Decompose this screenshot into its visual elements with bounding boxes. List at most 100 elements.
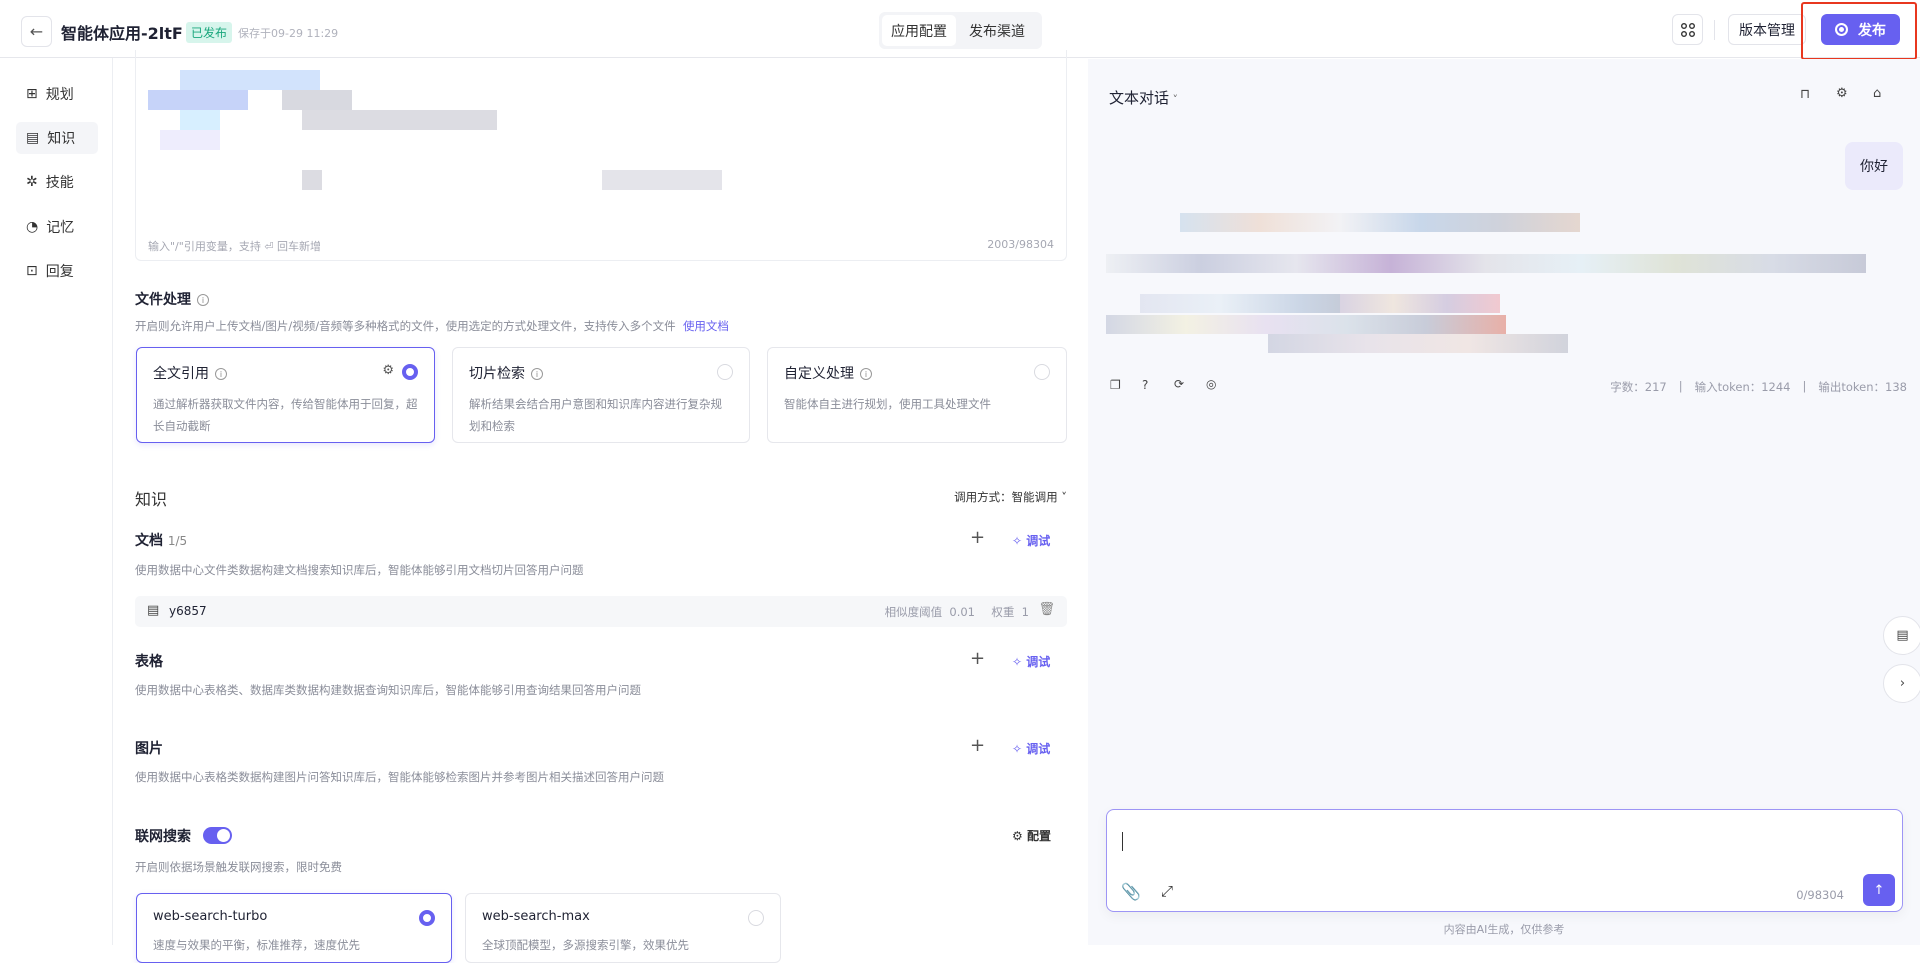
sidebar-item-label: 规划 [45, 87, 74, 103]
web-config-button[interactable]: ⚙ 配置 [1012, 827, 1051, 844]
blurred-content [180, 70, 320, 90]
sparkle-icon: ✧ [1012, 534, 1027, 548]
web-option-turbo[interactable]: web-search-turbo 速度与效果的平衡，标准推荐，速度优先 [136, 893, 452, 963]
status-badge: 已发布 [186, 22, 233, 43]
highlight-box [1801, 2, 1917, 60]
radio-unselected[interactable] [1034, 364, 1050, 380]
sidebar-item-skills[interactable]: ✲ 技能 [16, 166, 98, 198]
expand-button[interactable]: › [1883, 664, 1920, 703]
radio-selected[interactable] [419, 910, 435, 926]
debug-image-button[interactable]: ✧ 调试 [1012, 740, 1050, 757]
back-button[interactable]: ← [21, 16, 52, 47]
sidebar-item-memory[interactable]: ◔ 记忆 [16, 211, 98, 243]
info-icon[interactable]: i [531, 368, 543, 380]
info-icon[interactable]: i [860, 368, 872, 380]
info-icon[interactable]: i [215, 368, 227, 380]
sidebar-item-label: 回复 [45, 264, 74, 280]
bag-icon[interactable]: ⊓ [1800, 87, 1810, 102]
apps-button[interactable] [1672, 14, 1703, 45]
document-icon: ▤ [26, 130, 40, 146]
version-manage-button[interactable]: 版本管理 [1728, 14, 1806, 45]
chat-input[interactable]: 📎 ⤢ 0/98304 ↑ [1106, 809, 1903, 912]
chat-mode-select[interactable]: 文本对话 ˅ [1109, 87, 1178, 108]
tab-publish-channel[interactable]: 发布渠道 [960, 15, 1034, 46]
sidebar-item-plan[interactable]: ⊞ 规划 [16, 78, 98, 110]
tab-app-config[interactable]: 应用配置 [882, 15, 956, 46]
file-option-fulltext[interactable]: 全文引用 i ⚙ 通过解析器获取文件内容，传给智能体用于回复，超长自动截断 [136, 347, 435, 443]
blurred-content [148, 90, 248, 110]
option-title: 全文引用 i [153, 363, 227, 383]
sidebar-item-reply[interactable]: ⊡ 回复 [16, 255, 98, 287]
web-search-title: 联网搜索 [135, 829, 191, 845]
similarity-threshold[interactable]: 相似度阈值 0.01 [885, 604, 975, 620]
radio-unselected[interactable] [748, 910, 764, 926]
command-icon [1680, 22, 1695, 37]
help-icon[interactable]: ? [1142, 378, 1148, 392]
debug-doc-button[interactable]: ✧ 调试 [1012, 532, 1050, 549]
fullscreen-icon[interactable]: ⤢ [1161, 882, 1173, 900]
web-search-desc: 开启则依据场景触发联网搜索，限时免费 [135, 860, 342, 874]
send-button[interactable]: ↑ [1863, 874, 1895, 906]
doc-desc: 使用数据中心文件类数据构建文档搜索知识库后，智能体能够引用文档切片回答用户问题 [135, 563, 584, 577]
table-desc: 使用数据中心表格类、数据库类数据构建数据查询知识库后，智能体能够引用查询结果回答… [135, 683, 641, 697]
sparkle-icon: ✲ [26, 174, 38, 190]
doc-link[interactable]: 使用文档 [683, 319, 729, 333]
file-processing-title: 文件处理 i [135, 289, 209, 309]
weight[interactable]: 权重 1 [991, 604, 1029, 620]
option-desc: 解析结果会结合用户意图和知识库内容进行复杂规划和检索 [469, 397, 722, 433]
option-desc: 通过解析器获取文件内容，传给智能体用于回复，超长自动截断 [153, 397, 418, 433]
invoke-mode-select[interactable]: 调用方式：智能调用 ˅ [954, 489, 1067, 505]
doc-section-title: 文档 1/5 [135, 533, 188, 549]
add-image-button[interactable]: + [970, 735, 985, 756]
web-option-max[interactable]: web-search-max 全球顶配模型，多源搜索引擎，效果优先 [465, 893, 781, 963]
file-icon: ▤ [147, 603, 160, 618]
record-icon[interactable]: ◎ [1206, 377, 1216, 391]
trash-icon[interactable]: 🗑 [1038, 602, 1055, 617]
file-option-slice-search[interactable]: 切片检索 i 解析结果会结合用户意图和知识库内容进行复杂规划和检索 [452, 347, 750, 443]
sidebar-item-label: 知识 [47, 131, 76, 147]
sidebar-item-knowledge[interactable]: ▤ 知识 [16, 122, 98, 154]
settings-icon: ⚙ [1012, 829, 1027, 843]
doc-item[interactable]: ▤ y6857 相似度阈值 0.01 权重 1 🗑 [135, 596, 1067, 627]
image-desc: 使用数据中心表格类数据构建图片问答知识库后，智能体能够检索图片并参考图片相关描述… [135, 770, 664, 784]
document-panel-button[interactable]: ▤ [1883, 616, 1920, 655]
sparkle-icon: ✧ [1012, 655, 1027, 669]
prompt-hint: 输入"/"引用变量，支持 ⏎ 回车新增 [148, 240, 322, 253]
radio-selected[interactable] [402, 364, 418, 380]
app-title: 智能体应用-2ltF [61, 24, 183, 43]
attach-icon[interactable]: 📎 [1121, 882, 1141, 901]
file-option-custom[interactable]: 自定义处理 i 智能体自主进行规划，使用工具处理文件 [767, 347, 1067, 443]
head-icon: ◔ [26, 219, 39, 235]
refresh-icon[interactable]: ⟳ [1174, 377, 1184, 391]
saved-time: 保存于09-29 11:29 [238, 27, 339, 40]
blurred-content [180, 110, 220, 130]
add-table-button[interactable]: + [970, 648, 985, 669]
sidebar-item-label: 记忆 [46, 220, 75, 236]
debug-table-button[interactable]: ✧ 调试 [1012, 653, 1050, 670]
input-char-count: 0/98304 [1796, 888, 1844, 902]
user-message: 你好 [1845, 142, 1903, 190]
blurred-content [160, 130, 220, 150]
chevron-right-icon: › [1899, 676, 1906, 691]
prompt-textarea[interactable]: 输入"/"引用变量，支持 ⏎ 回车新增 2003/98304 [135, 50, 1067, 261]
chat-panel: 文本对话 ˅ ⊓ ⚙ ⌂ 你好 ❐ ? ⟳ ◎ 字数：217 | 输入token：1… [1088, 59, 1920, 945]
chevron-down-icon: ˅ [1169, 93, 1179, 106]
blurred-content [602, 170, 722, 190]
add-doc-button[interactable]: + [970, 527, 985, 548]
radio-unselected[interactable] [717, 364, 733, 380]
knowledge-title: 知识 [135, 490, 168, 509]
sidebar-item-label: 技能 [45, 175, 74, 191]
info-icon[interactable]: i [197, 294, 209, 306]
reply-icon: ⊡ [26, 263, 38, 279]
option-desc: 速度与效果的平衡，标准推荐，速度优先 [153, 938, 360, 952]
prompt-char-count: 2003/98304 [987, 238, 1054, 251]
main-tabs: 应用配置 发布渠道 [879, 12, 1042, 49]
brush-icon[interactable]: ⌂ [1873, 86, 1881, 101]
web-search-toggle[interactable] [203, 827, 232, 844]
option-desc: 智能体自主进行规划，使用工具处理文件 [784, 397, 991, 411]
settings-icon[interactable]: ⚙ [1836, 86, 1848, 101]
option-title: web-search-max [482, 909, 590, 924]
file-processing-desc: 开启则允许用户上传文档/图片/视频/音频等多种格式的文件，使用选定的方式处理文件… [135, 319, 729, 333]
settings-icon[interactable]: ⚙ [382, 363, 394, 378]
copy-icon[interactable]: ❐ [1110, 378, 1121, 392]
